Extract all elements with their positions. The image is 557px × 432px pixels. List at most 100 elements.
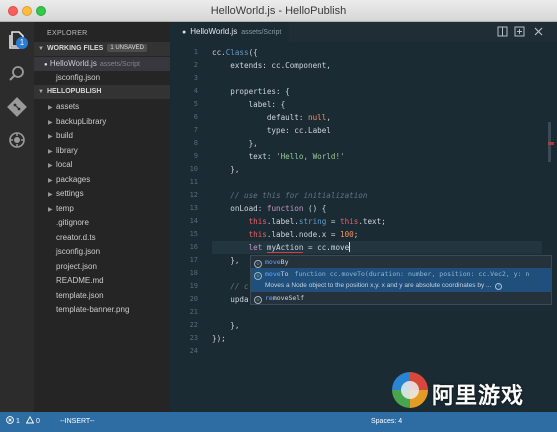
info-icon[interactable]: i <box>495 283 503 290</box>
code-line: cc.Class({ <box>212 48 258 57</box>
file-item[interactable]: creator.d.ts <box>34 231 170 245</box>
suggestion-item-selected[interactable]: ◇ moveTo function cc.moveTo(duration: numb… <box>251 268 551 292</box>
line-number: 21 <box>189 308 198 316</box>
title-bar: HelloWorld.js - HelloPublish <box>0 0 557 22</box>
tab-path: assets/Script <box>241 29 282 36</box>
folder-item[interactable]: ▶ backupLibrary <box>34 115 170 129</box>
code-line: this.label.node.x = 100; <box>248 230 359 239</box>
chevron-right-icon: ▶ <box>48 105 53 111</box>
watermark: 阿里游戏 <box>392 372 557 410</box>
close-icon[interactable] <box>533 26 544 37</box>
line-number: 11 <box>189 178 198 186</box>
folder-item[interactable]: ▶ local <box>34 158 170 172</box>
line-number: 14 <box>189 217 198 225</box>
file-label: README.md <box>56 276 104 285</box>
code-line: }, <box>212 139 258 148</box>
working-file-item[interactable]: ● HelloWorld.js assets/Script <box>34 57 170 71</box>
line-number: 1 <box>193 48 198 56</box>
folder-label: build <box>56 131 73 140</box>
error-icon <box>6 416 14 424</box>
method-icon: ◇ <box>254 272 262 280</box>
folder-label: settings <box>56 189 84 198</box>
folder-item[interactable]: ▶ packages <box>34 173 170 187</box>
file-item[interactable]: jsconfig.json <box>34 245 170 259</box>
window-title: HelloWorld.js - HelloPublish <box>210 5 347 17</box>
suggestion-match: move <box>265 258 281 266</box>
autocomplete-widget: ◇ moveBy ◇ moveTo function cc.moveTo(durati… <box>250 255 552 305</box>
line-number: 4 <box>193 87 198 95</box>
suggestion-doc: Moves a Node object to the position x,y.… <box>265 280 503 292</box>
suggestion-item[interactable]: ◇ removeSelf <box>251 292 551 304</box>
tab-helloworld[interactable]: ● HelloWorld.js assets/Script <box>170 22 290 42</box>
chevron-right-icon: ▶ <box>48 192 53 198</box>
warnings-indicator[interactable]: 0 <box>25 412 40 432</box>
status-bar: 1 0 --INSERT-- Spaces: 4 <box>0 412 557 432</box>
line-number: 13 <box>189 204 198 212</box>
code-line: }, <box>212 321 240 330</box>
tab-bar: ● HelloWorld.js assets/Script <box>170 22 557 42</box>
working-files-header[interactable]: ▼ WORKING FILES 1 UNSAVED <box>34 42 170 56</box>
line-number: 19 <box>189 282 198 290</box>
file-label: project.json <box>56 261 97 271</box>
open-preview-icon[interactable] <box>514 26 525 37</box>
chevron-right-icon: ▶ <box>48 206 53 213</box>
split-editor-icon[interactable] <box>497 26 508 37</box>
code-line: }, <box>212 256 240 265</box>
explorer-badge: 1 <box>16 37 28 49</box>
tab-label: HelloWorld.js <box>190 27 238 36</box>
file-item[interactable]: template-banner.png <box>34 303 170 317</box>
indentation-setting[interactable]: Spaces: 4 <box>371 412 402 432</box>
errors-indicator[interactable]: 1 <box>6 412 20 432</box>
working-files-label: WORKING FILES <box>46 45 104 52</box>
code-line: // c <box>230 282 249 291</box>
folder-item[interactable]: ▶ temp <box>34 202 170 216</box>
file-label: .gitignore <box>56 218 89 227</box>
error-marker <box>548 142 554 145</box>
line-number: 5 <box>193 100 198 108</box>
folder-item[interactable]: ▶ settings <box>34 187 170 201</box>
warning-count: 0 <box>35 418 40 425</box>
file-name: HelloWorld.js <box>49 59 97 68</box>
line-number: 2 <box>193 61 198 69</box>
folder-item[interactable]: ▶ build <box>34 129 170 143</box>
file-item[interactable]: README.md <box>34 274 170 288</box>
folder-label: library <box>56 145 78 155</box>
unsaved-badge: 1 UNSAVED <box>107 44 147 52</box>
code-line: onLoad: function () { <box>212 204 327 213</box>
folder-label: local <box>56 160 73 169</box>
text-cursor <box>349 242 351 252</box>
chevron-down-icon: ▼ <box>38 46 44 52</box>
working-file-item[interactable]: jsconfig.json <box>34 71 170 85</box>
code-line: type: cc.Label <box>212 126 331 135</box>
code-line: // use this for initialization <box>230 191 368 200</box>
warning-icon <box>25 415 35 424</box>
error-count: 1 <box>15 418 20 425</box>
vim-mode: --INSERT-- <box>60 418 95 425</box>
suggestion-match: re <box>265 294 273 302</box>
file-item[interactable]: .gitignore <box>34 216 170 230</box>
line-number: 18 <box>189 269 198 277</box>
code-line: label: { <box>212 100 286 109</box>
explorer-sidebar: EXPLORER ▼ WORKING FILES 1 UNSAVED ● Hello… <box>34 22 170 412</box>
code-line: extends: cc.Component, <box>212 61 331 70</box>
method-icon: ◇ <box>254 296 262 304</box>
line-number: 9 <box>193 152 198 160</box>
folder-item[interactable]: ▶ assets <box>34 100 170 114</box>
suggestion-item[interactable]: ◇ moveBy <box>251 256 551 268</box>
folder-item[interactable]: ▶ library <box>34 144 170 158</box>
chevron-right-icon: ▶ <box>48 163 53 169</box>
dirty-marker: ● <box>182 29 187 36</box>
line-number: 7 <box>193 126 198 134</box>
file-item[interactable]: project.json <box>34 260 170 274</box>
line-number: 10 <box>189 165 198 173</box>
chevron-right-icon: ▶ <box>48 119 53 126</box>
file-path: assets/Script <box>99 61 140 68</box>
activity-bar: 1 <box>0 22 34 412</box>
project-header[interactable]: ▼ HELLOPUBLISH <box>34 85 170 99</box>
debug-icon[interactable] <box>7 130 27 150</box>
line-number: 15 <box>189 230 198 238</box>
git-icon[interactable] <box>7 97 27 117</box>
file-item[interactable]: template.json <box>34 289 170 303</box>
folder-label: backupLibrary <box>56 116 107 126</box>
search-icon[interactable] <box>7 64 27 84</box>
